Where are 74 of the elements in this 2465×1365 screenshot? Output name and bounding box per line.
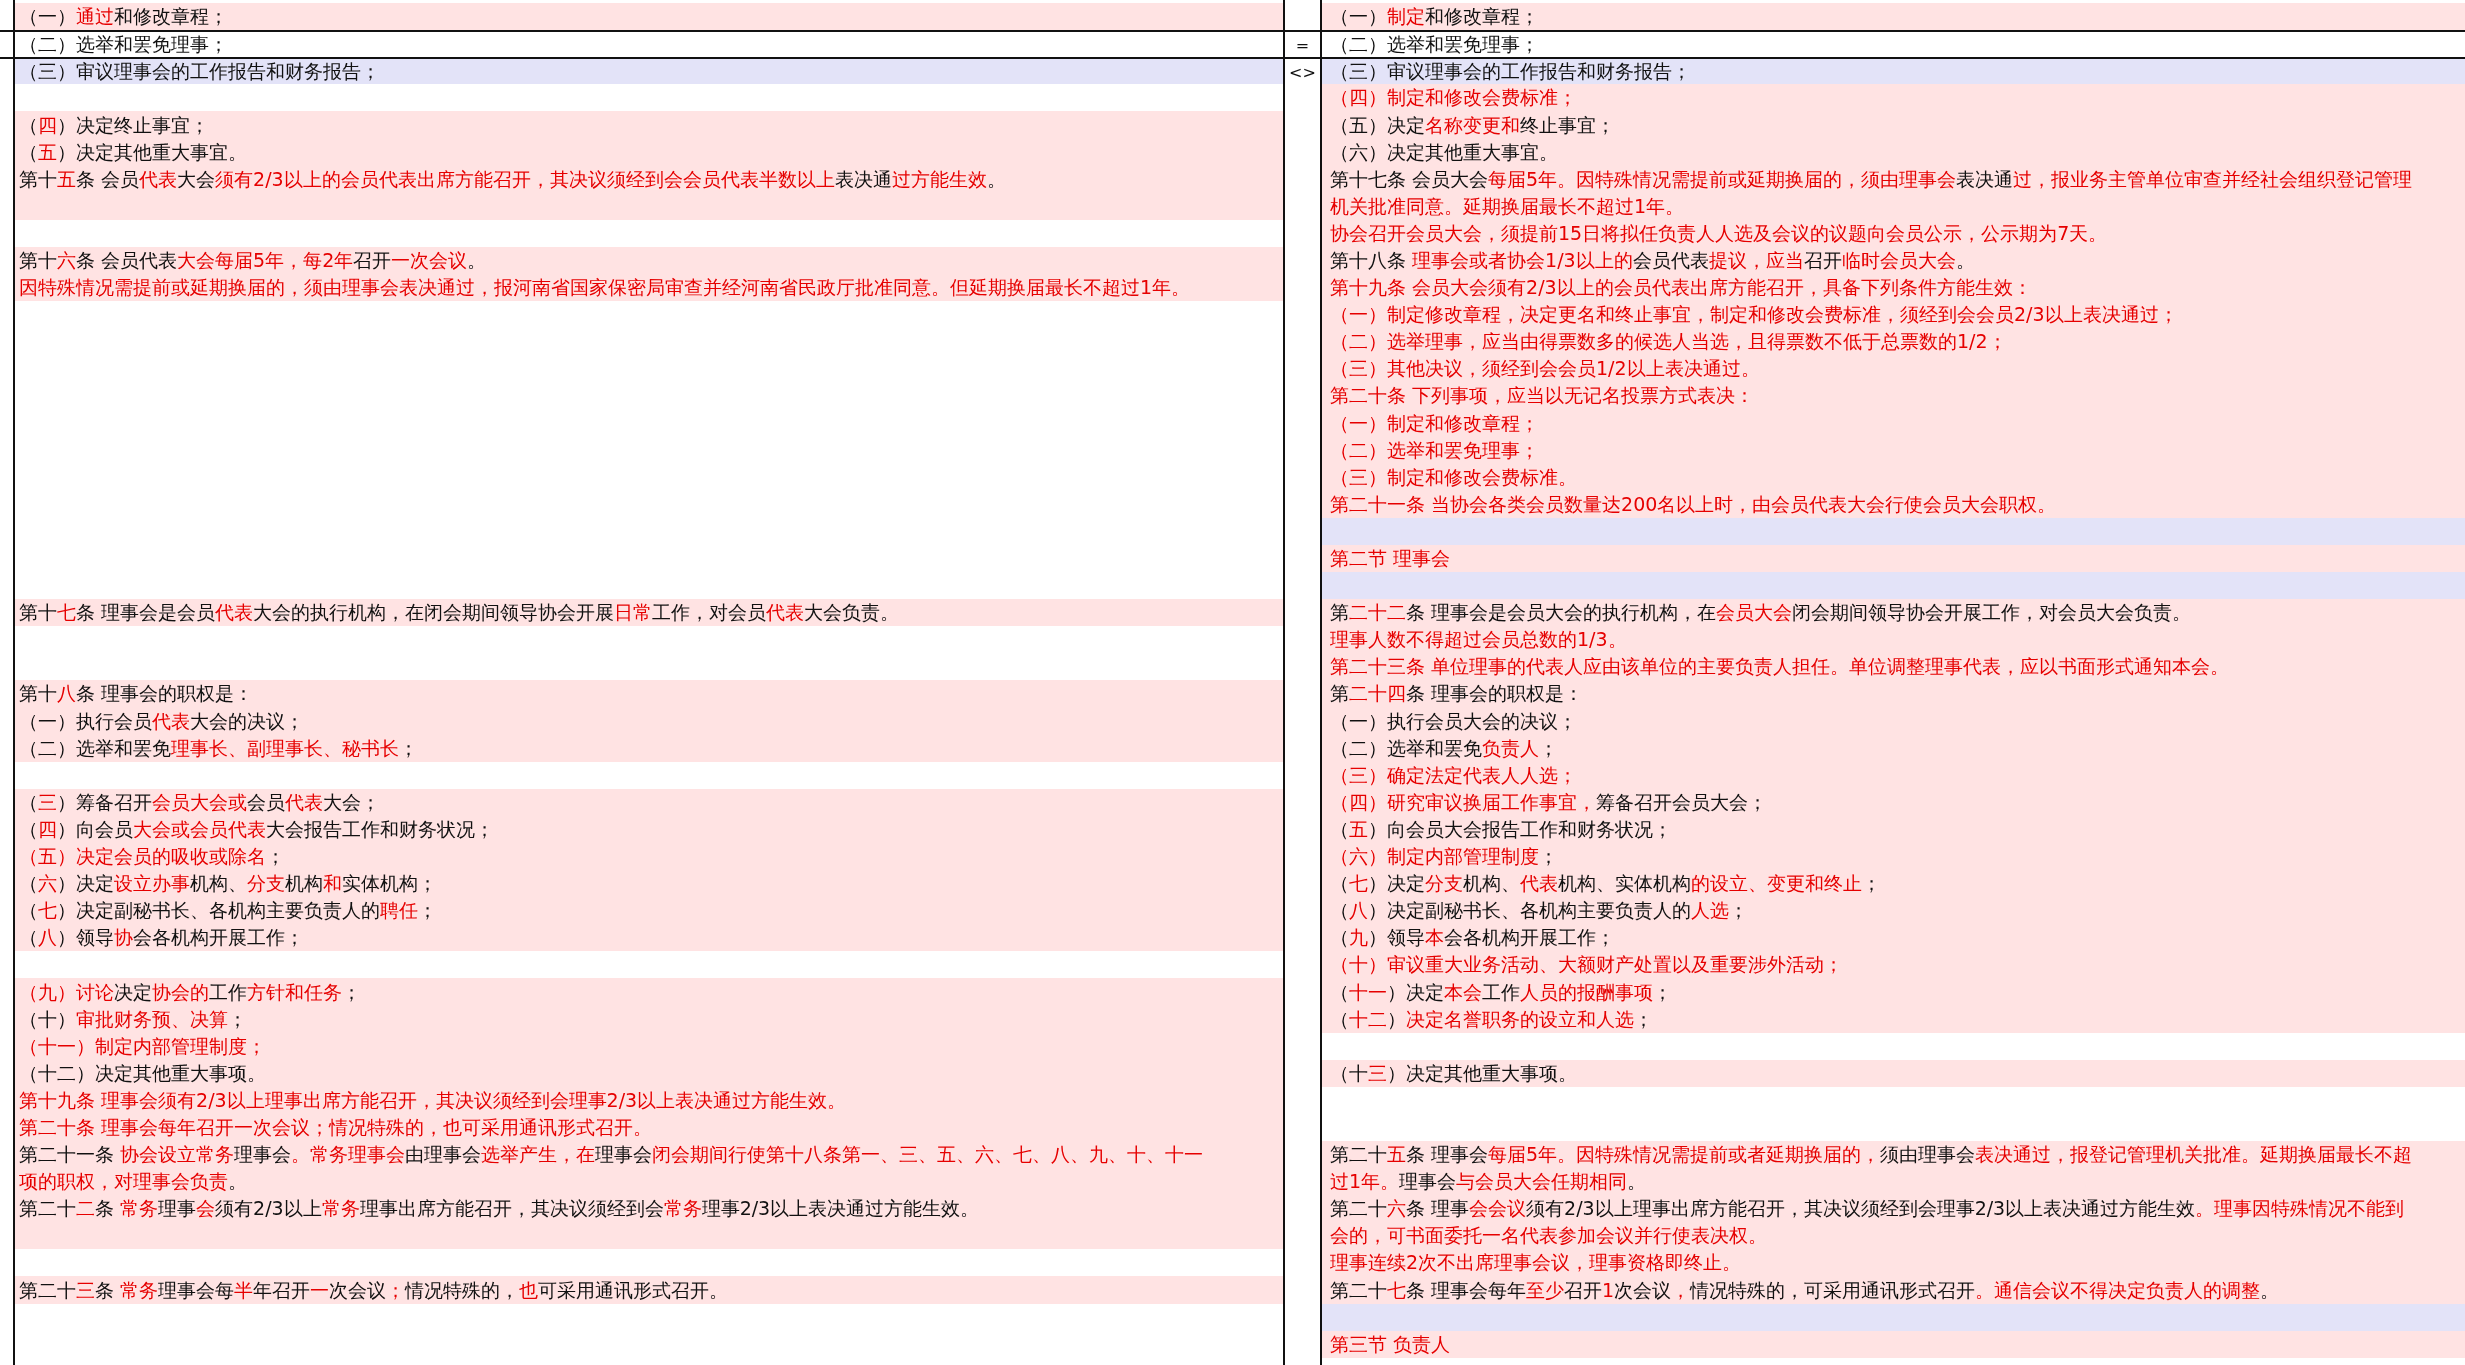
- diff-line: （一）制定和修改章程；: [1330, 5, 1539, 28]
- diff-line: 机关批准同意。延期换届最长不超过1年。: [1330, 194, 1685, 218]
- diff-line: （一）制定修改章程，决定更名和终止事宜，制定和修改会费标准，须经到会会员2/3以上表决通过；: [1330, 303, 2178, 326]
- diff-line: （二）选举理事，应当由得票数多的候选人当选，且得票数不低于总票数的1/2；: [1330, 330, 2007, 354]
- diff-line: （八）领导协会各机构开展工作；: [19, 926, 304, 950]
- diff-line: 第二十五条 理事会每届5年。因特殊情况需提前或者延期换届的，须由理事会表决通过，报登记管理机关批准。延期换届最长不超: [1330, 1143, 2413, 1166]
- diff-line: （二）选举和罢免负责人；: [1330, 736, 1558, 760]
- diff-line: （一）通过和修改章程；: [19, 5, 228, 28]
- diff-line: 第二十四条 理事会的职权是：: [1330, 682, 1584, 706]
- diff-line: （三）确定法定代表人人选；: [1330, 763, 1577, 787]
- diff-line: （四）决定终止事宜；: [19, 113, 209, 137]
- diff-line: （三）审议理事会的工作报告和财务报告；: [1330, 60, 1691, 84]
- diff-line: （十二）决定名誉职务的设立和人选；: [1330, 1007, 1653, 1031]
- diff-line: 会的，可书面委托一名代表参加会议并行使表决权。: [1330, 1224, 1767, 1248]
- diff-line: 过1年。理事会与会员大会任期相同。: [1330, 1170, 1647, 1193]
- diff-line: （五）向会员大会报告工作和财务状况；: [1330, 817, 1672, 841]
- diff-line: （六）制定内部管理制度；: [1330, 845, 1558, 868]
- diff-line: 第十八条 理事会或者协会1/3以上的会员代表提议，应当召开临时会员大会。: [1330, 249, 1975, 272]
- diff-line: （七）决定副秘书长、各机构主要负责人的聘任；: [19, 899, 437, 923]
- diff-line: （六）决定其他重大事宜。: [1330, 140, 1558, 164]
- diff-line: 第二十三条 单位理事的代表人应由该单位的主要负责人担任。单位调整理事代表，应以书面形式通知本会。: [1330, 655, 2230, 679]
- diff-line: 因特殊情况需提前或延期换届的，须由理事会表决通过，报河南省国家保密局审查并经河南省民政厅批准同意。但延期换届最长不超过1年。: [19, 276, 1191, 299]
- diff-line: 第二十七条 理事会每年至少召开1次会议，情况特殊的，可采用通讯形式召开。通信会议不得决定负责人的调整。: [1330, 1278, 2280, 1302]
- diff-line: 理事连续2次不出席理事会议，理事资格即终止。: [1330, 1251, 1742, 1275]
- diff-line: （一）执行会员代表大会的决议；: [19, 709, 304, 733]
- diff-line: （十）审批财务预、决算；: [19, 1007, 247, 1031]
- diff-line: （十）审议重大业务活动、大额财产处置以及重要涉外活动；: [1330, 953, 1843, 977]
- diff-line: 第二十二条 常务理事会须有2/3以上常务理事出席方能召开，其决议须经到会常务理事2/3以上表决通过方能生效。: [19, 1197, 980, 1221]
- diff-line: 第二十条 下列事项，应当以无记名投票方式表决：: [1330, 384, 1755, 408]
- diff-line: （一）执行会员大会的决议；: [1330, 709, 1577, 733]
- diff-line: 第十八条 理事会的职权是：: [19, 682, 254, 706]
- diff-line: （五）决定会员的吸收或除名；: [19, 845, 285, 868]
- diff-line: （四）研究审议换届工作事宜，筹备召开会员大会；: [1330, 790, 1767, 814]
- diff-line: 第二十一条 协会设立常务理事会。常务理事会由理事会选举产生，在理事会闭会期间行使第十八条第一、三、五、六、七、八、九、十、十一: [19, 1143, 1204, 1166]
- diff-line: （六）决定设立办事机构、分支机构和实体机构；: [19, 872, 437, 895]
- diff-line: （二）选举和罢免理事；: [19, 33, 228, 57]
- diff-line: 第二节 理事会: [1330, 547, 1451, 570]
- diff-line: （二）选举和罢免理事长、副理事长、秘书长；: [19, 736, 418, 760]
- diff-line: （五）决定名称变更和终止事宜；: [1330, 113, 1615, 137]
- diff-line: （二）选举和罢免理事；: [1330, 33, 1539, 57]
- diff-line: （十二）决定其他重大事项。: [19, 1061, 266, 1085]
- diff-line: （十一）制定内部管理制度；: [19, 1034, 266, 1058]
- diff-line: （三）制定和修改会费标准。: [1330, 465, 1577, 489]
- diff-line: 第十五条 会员代表大会须有2/3以上的会员代表出席方能召开，其决议须经到会会员代表半数以上表决通过方能生效。: [19, 167, 1006, 191]
- diff-line: 第二十二条 理事会是会员大会的执行机构，在会员大会闭会期间领导协会开展工作，对会员大会负责。: [1330, 601, 2192, 624]
- diff-line: 第二十三条 常务理事会每半年召开一次会议；情况特殊的，也可采用通讯形式召开。: [19, 1278, 729, 1302]
- diff-line: （十一）决定本会工作人员的报酬事项；: [1330, 980, 1672, 1004]
- diff-line: （二）选举和罢免理事；: [1330, 438, 1539, 462]
- diff-line: 第十九条 会员大会须有2/3以上的会员代表出席方能召开，具备下列条件方能生效：: [1330, 276, 2032, 299]
- diff-line: 第二十条 理事会每年召开一次会议；情况特殊的，也可采用通讯形式召开。: [19, 1116, 653, 1139]
- diff-line: （三）其他决议，须经到会会员1/2以上表决通过。: [1330, 357, 1760, 381]
- diff-line: 项的职权，对理事会负责。: [19, 1170, 247, 1193]
- diff-line: （七）决定分支机构、代表机构、实体机构的设立、变更和终止；: [1330, 872, 1881, 895]
- diff-line: （九）讨论决定协会的工作方针和任务；: [19, 980, 361, 1004]
- diff-marker: =: [1295, 36, 1310, 56]
- diff-line: （四）向会员大会或会员代表大会报告工作和财务状况；: [19, 817, 494, 841]
- diff-line: 理事人数不得超过会员总数的1/3。: [1330, 628, 1627, 652]
- diff-line: （三）筹备召开会员大会或会员代表大会；: [19, 790, 380, 814]
- diff-line: （八）决定副秘书长、各机构主要负责人的人选；: [1330, 899, 1748, 923]
- diff-line: 协会召开会员大会，须提前15日将拟任负责人人选及会议的议题向会员公示，公示期为7天。: [1330, 221, 2108, 245]
- diff-line: 第十七条 理事会是会员代表大会的执行机构，在闭会期间领导协会开展日常工作，对会员代表大会负责。: [19, 601, 900, 624]
- diff-line: 第三节 负责人: [1330, 1332, 1451, 1356]
- diff-line: 第二十一条 当协会各类会员数量达200名以上时，由会员代表大会行使会员大会职权。: [1330, 492, 2057, 516]
- diff-line: （五）决定其他重大事宜。: [19, 140, 247, 164]
- diff-line: （一）制定和修改章程；: [1330, 411, 1539, 435]
- diff-line: 第二十六条 理事会会议须有2/3以上理事出席方能召开，其决议须经到会理事2/3以上表决通过方能生效。理事因特殊情况不能到: [1330, 1197, 2405, 1221]
- diff-line: 第十六条 会员代表大会每届5年，每2年召开一次会议。: [19, 249, 487, 272]
- diff-line: （九）领导本会各机构开展工作；: [1330, 926, 1615, 950]
- diff-marker: <>: [1289, 63, 1316, 83]
- diff-line: 第十七条 会员大会每届5年。因特殊情况需提前或延期换届的，须由理事会表决通过，报业务主管单位审查并经社会组织登记管理: [1330, 167, 2413, 191]
- diff-line: （三）审议理事会的工作报告和财务报告；: [19, 60, 380, 84]
- diff-line: 第十九条 理事会须有2/3以上理事出席方能召开，其决议须经到会理事2/3以上表决通过方能生效。: [19, 1088, 847, 1112]
- diff-line: （十三）决定其他重大事项。: [1330, 1061, 1577, 1085]
- diff-line: （四）制定和修改会费标准；: [1330, 86, 1577, 110]
